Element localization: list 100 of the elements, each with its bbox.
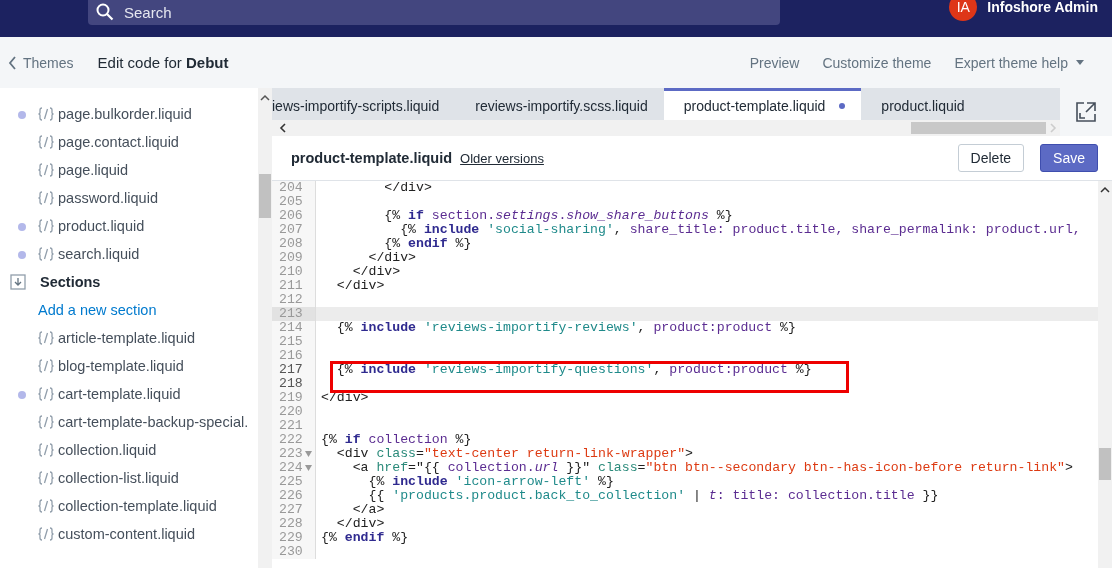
line-number: 210	[279, 264, 303, 279]
line-number: 216	[272, 349, 316, 363]
save-button[interactable]: Save	[1040, 144, 1098, 172]
section-heading: Sections	[40, 274, 101, 290]
file-link[interactable]: article-template.liquid	[58, 330, 195, 346]
search-icon	[96, 3, 114, 21]
code-text: <a href="{{ collection.url }}" class="btn btn--secondary btn--has-icon-before return-link">	[351, 461, 1073, 475]
line-number: 211	[279, 278, 303, 293]
line-number: 213	[272, 307, 316, 321]
line-number: 221	[272, 419, 316, 433]
line-number: 209	[279, 250, 303, 265]
scroll-thumb[interactable]	[1099, 448, 1111, 480]
file-link[interactable]: collection-list.liquid	[58, 470, 179, 486]
file-link[interactable]: page.bulkorder.liquid	[58, 106, 192, 122]
add-section-link[interactable]: Add a new section	[38, 302, 157, 318]
header-link[interactable]: Preview	[749, 54, 800, 71]
chevron-left-icon	[8, 55, 17, 70]
line-number: 217	[279, 362, 303, 377]
line-number: 220	[272, 405, 316, 419]
code-file-icon	[38, 358, 54, 374]
line-number: 229	[279, 530, 303, 545]
folder-download-icon	[10, 274, 26, 290]
line-number: 219	[279, 390, 303, 405]
scroll-left-icon[interactable]	[277, 123, 289, 133]
page-title: Edit code for Debut	[97, 54, 229, 71]
code-file-icon	[38, 470, 54, 486]
code-text: {% include 'social-sharing', share_title: product.title, share_permalink: product.url,	[399, 223, 1081, 237]
line-number: 207	[279, 222, 303, 237]
code-text: </div>	[351, 265, 401, 279]
file-link[interactable]: blog-template.liquid	[58, 358, 184, 374]
horizontal-scrollbar[interactable]	[272, 120, 1060, 136]
code-text: {% include 'reviews-importify-reviews', product:product %}	[335, 321, 796, 335]
code-file-icon	[38, 526, 54, 542]
file-name: product-template.liquid	[291, 150, 453, 166]
file-link[interactable]: cart-template-backup-special.	[58, 414, 249, 430]
code-file-icon	[38, 498, 54, 514]
code-text: {% include 'icon-arrow-left' %}	[367, 475, 614, 489]
code-text: </div>	[383, 181, 432, 195]
code-file-icon	[38, 330, 54, 346]
code-text: {% endif %}	[320, 531, 409, 545]
line-number: 214	[279, 320, 303, 335]
file-link[interactable]: cart-template.liquid	[58, 386, 181, 402]
code-file-icon	[38, 106, 54, 122]
file-tab[interactable]: iews-importify-scripts.liquid	[272, 88, 456, 120]
caret-down-icon	[1076, 60, 1084, 65]
fold-icon[interactable]	[305, 451, 312, 457]
file-link[interactable]: collection-template.liquid	[58, 498, 217, 514]
code-file-icon	[38, 190, 54, 206]
line-number: 228	[279, 516, 303, 531]
file-link[interactable]: page.contact.liquid	[58, 134, 179, 150]
file-link[interactable]: custom-content.liquid	[58, 526, 195, 542]
file-link[interactable]: password.liquid	[58, 190, 158, 206]
line-number: 212	[272, 293, 316, 307]
code-text: {% endif %}	[383, 237, 472, 251]
line-number: 223	[279, 446, 303, 461]
file-tab[interactable]: reviews-importify.scss.liquid	[455, 88, 664, 120]
scroll-thumb[interactable]	[911, 122, 1046, 134]
line-number: 204	[279, 181, 303, 195]
sidebar-scrollbar[interactable]	[258, 88, 272, 568]
code-text: <div class="text-center return-link-wrapper">	[335, 447, 693, 461]
delete-button[interactable]: Delete	[957, 144, 1025, 172]
file-link[interactable]: page.liquid	[58, 162, 129, 178]
line-number: 230	[272, 545, 316, 559]
file-tab[interactable]: product-template.liquid	[663, 88, 862, 120]
older-versions-link[interactable]: Older versions	[460, 150, 544, 166]
code-text: {{ 'products.product.back_to_collection' | t: title: collection.title }}	[367, 489, 939, 503]
header-link[interactable]: Expert theme help	[954, 54, 1084, 71]
scroll-up-icon[interactable]	[1100, 186, 1110, 194]
file-tab[interactable]: product.liquid	[861, 88, 981, 120]
expand-icon[interactable]	[1075, 101, 1097, 123]
file-link[interactable]: collection.liquid	[58, 442, 157, 458]
code-scrollbar[interactable]	[1098, 181, 1112, 568]
line-number: 218	[272, 377, 316, 391]
code-file-icon	[38, 218, 54, 234]
code-file-icon	[38, 134, 54, 150]
code-file-icon	[38, 442, 54, 458]
avatar[interactable]: IA	[949, 0, 978, 21]
search-field[interactable]: Search	[88, 0, 780, 25]
fold-icon[interactable]	[305, 465, 312, 471]
back-link[interactable]: Themes	[8, 54, 74, 71]
line-number: 208	[279, 236, 303, 251]
code-text: {% if section.settings.show_share_buttons %}	[383, 209, 733, 223]
scroll-thumb[interactable]	[259, 174, 271, 218]
code-text: </div>	[367, 251, 416, 265]
account-name[interactable]: Infoshore Admin	[987, 0, 1098, 15]
line-number: 222	[279, 432, 303, 447]
code-file-icon	[38, 162, 54, 178]
code-file-icon	[38, 414, 54, 430]
code-text: </div>	[335, 517, 385, 531]
line-number: 206	[279, 208, 303, 223]
code-text: </div>	[320, 391, 369, 405]
line-number: 227	[279, 502, 303, 517]
scroll-up-icon[interactable]	[260, 94, 270, 102]
code-text: </div>	[335, 279, 385, 293]
code-text: {% if collection %}	[320, 433, 472, 447]
code-file-icon	[38, 246, 54, 262]
file-link[interactable]: product.liquid	[58, 218, 145, 234]
header-link[interactable]: Customize theme	[822, 54, 932, 71]
line-number: 205	[272, 195, 316, 209]
file-link[interactable]: search.liquid	[58, 246, 140, 262]
